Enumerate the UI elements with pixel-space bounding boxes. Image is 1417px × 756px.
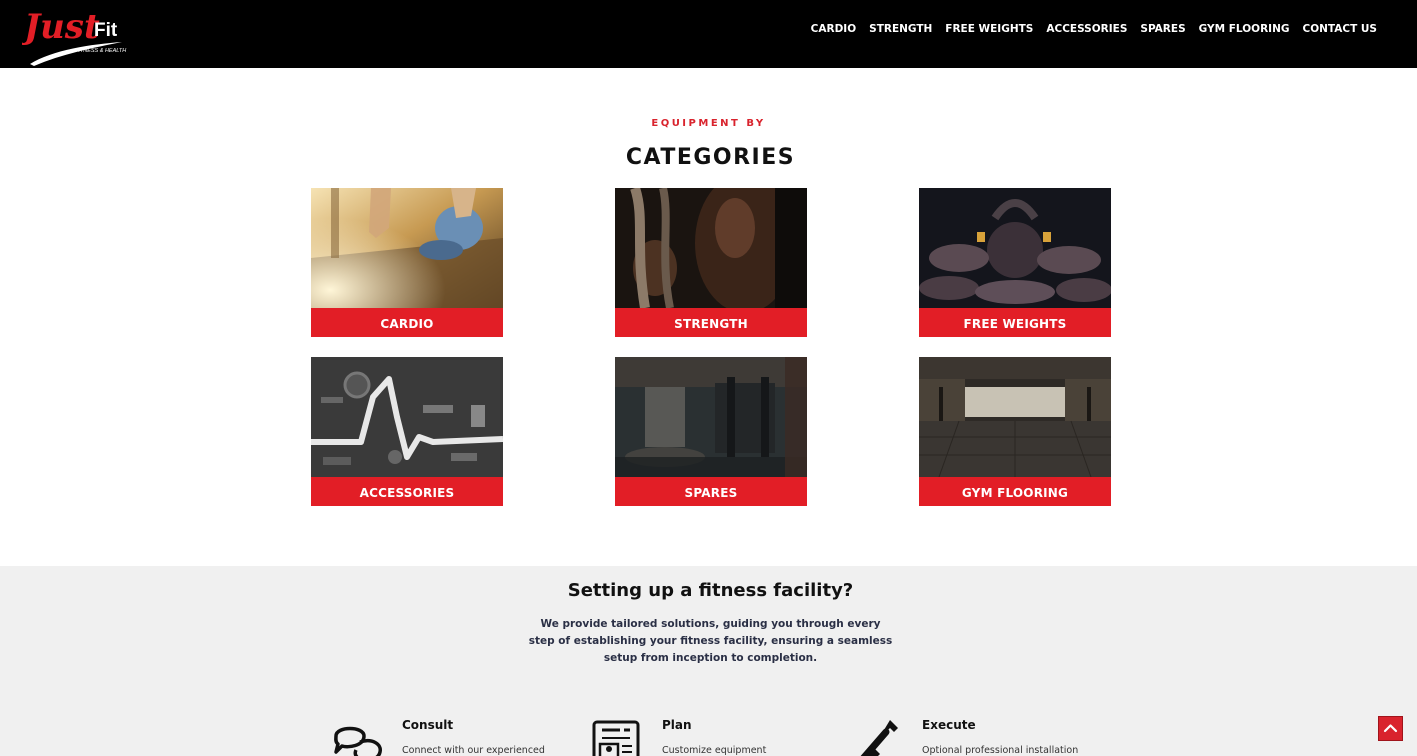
category-card-gym-flooring[interactable]: GYM FLOORING — [919, 357, 1111, 506]
category-label: FREE WEIGHTS — [919, 308, 1111, 337]
spares-image — [615, 357, 807, 477]
nav-accessories[interactable]: ACCESSORIES — [1046, 22, 1127, 36]
step-description: Connect with our experienced — [402, 745, 545, 756]
step-title: Execute — [922, 718, 976, 732]
categories-eyebrow: EQUIPMENT BY — [651, 118, 766, 129]
step-title: Plan — [662, 718, 692, 732]
free-weights-image — [919, 188, 1111, 308]
nav-cardio[interactable]: CARDIO — [811, 22, 856, 36]
setup-title: Setting up a fitness facility? — [567, 580, 854, 601]
category-label: SPARES — [615, 477, 807, 506]
newsletter-plan-icon — [590, 716, 646, 756]
nav-gym-flooring[interactable]: GYM FLOORING — [1199, 22, 1290, 36]
main-nav: CARDIO STRENGTH FREE WEIGHTS ACCESSORIES… — [798, 22, 1377, 36]
category-card-spares[interactable]: SPARES — [615, 357, 807, 506]
accessories-image — [311, 357, 503, 477]
tools-icon — [850, 716, 906, 756]
setup-description: We provide tailored solutions, guiding y… — [528, 618, 893, 664]
step-description: Optional professional installation — [922, 745, 1079, 756]
category-card-accessories[interactable]: ACCESSORIES — [311, 357, 503, 506]
nav-spares[interactable]: SPARES — [1140, 22, 1185, 36]
chat-bubbles-icon — [330, 716, 386, 756]
svg-text:Fit: Fit — [94, 20, 118, 41]
step-title: Consult — [402, 718, 454, 732]
back-to-top-button[interactable] — [1378, 716, 1403, 741]
category-card-free-weights[interactable]: FREE WEIGHTS — [919, 188, 1111, 337]
step-consult: Consult Connect with our experienced — [330, 712, 570, 756]
brand-logo[interactable]: Just Fit FITNESS & HEALTH — [18, 2, 142, 66]
cardio-image — [311, 188, 503, 308]
nav-free-weights[interactable]: FREE WEIGHTS — [945, 22, 1033, 36]
category-label: CARDIO — [311, 308, 503, 337]
step-description: Customize equipment — [662, 745, 767, 756]
category-label: ACCESSORIES — [311, 477, 503, 506]
category-label: STRENGTH — [615, 308, 807, 337]
strength-image — [615, 188, 807, 308]
site-header: Just Fit FITNESS & HEALTH CARDIO STRENGT… — [0, 0, 1417, 68]
category-card-cardio[interactable]: CARDIO — [311, 188, 503, 337]
gym-flooring-image — [919, 357, 1111, 477]
step-execute: Execute Optional professional installati… — [850, 712, 1090, 756]
categories-title: CATEGORIES — [625, 145, 796, 170]
nav-strength[interactable]: STRENGTH — [869, 22, 932, 36]
chevron-up-icon — [1383, 724, 1398, 733]
just-fit-logo-icon: Just Fit FITNESS & HEALTH — [18, 7, 126, 66]
step-plan: Plan Customize equipment — [590, 712, 830, 756]
svg-text:Just: Just — [22, 7, 100, 47]
category-card-strength[interactable]: STRENGTH — [615, 188, 807, 337]
nav-contact-us[interactable]: CONTACT US — [1302, 22, 1377, 36]
category-label: GYM FLOORING — [919, 477, 1111, 506]
